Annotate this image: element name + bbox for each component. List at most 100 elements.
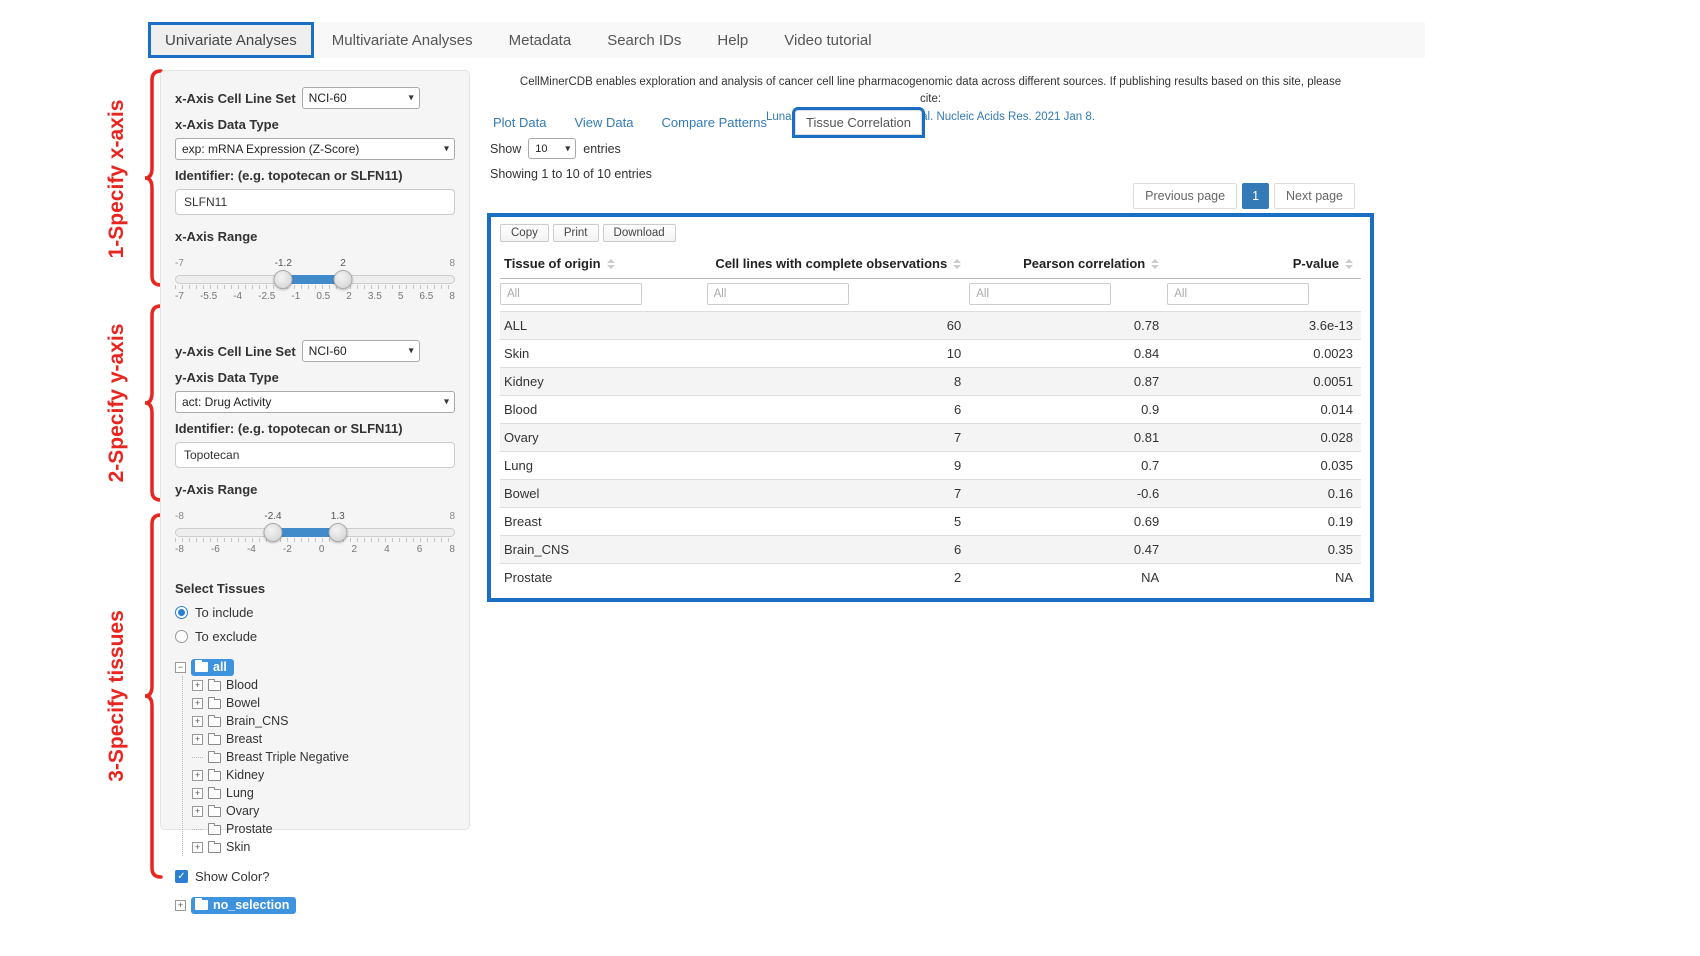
page-length-select-control[interactable]: 10	[528, 138, 576, 159]
expand-icon[interactable]: +	[192, 806, 203, 817]
x-axis-identifier-input[interactable]	[175, 189, 455, 215]
collapse-icon[interactable]: −	[175, 662, 186, 673]
x-axis-cell-line-set-select-control[interactable]: NCI-60	[302, 87, 420, 109]
tree-node-kidney[interactable]: +Kidney	[192, 766, 455, 784]
sort-icon[interactable]	[953, 259, 961, 269]
top-nav-tab-video-tutorial[interactable]: Video tutorial	[766, 22, 889, 58]
slider-value-label: 2	[338, 258, 348, 269]
tree-node-skin[interactable]: +Skin	[192, 838, 455, 856]
x-axis-cell-line-set-label: x-Axis Cell Line Set	[175, 91, 296, 106]
sort-icon[interactable]	[1345, 259, 1353, 269]
slider-track[interactable]	[175, 528, 455, 537]
y-axis-identifier-label: Identifier: (e.g. topotecan or SLFN11)	[175, 421, 455, 436]
table-row: Skin100.840.0023	[500, 340, 1361, 368]
top-nav-tab-metadata[interactable]: Metadata	[491, 22, 590, 58]
filter-input-pearson-correlation[interactable]	[969, 283, 1111, 305]
print-button[interactable]: Print	[553, 224, 599, 242]
slider-tickmarks	[175, 285, 455, 289]
expand-icon[interactable]: +	[192, 770, 203, 781]
tree-node-breast-triple-negative[interactable]: Breast Triple Negative	[192, 748, 455, 766]
tree-node-breast[interactable]: +Breast	[192, 730, 455, 748]
cell-value: 9	[707, 452, 970, 480]
top-nav-tab-univariate-analyses[interactable]: Univariate Analyses	[148, 22, 314, 58]
column-header-label: Cell lines with complete observations	[715, 256, 947, 271]
radio-to-exclude[interactable]: To exclude	[175, 629, 455, 644]
top-nav-tab-search-ids[interactable]: Search IDs	[589, 22, 699, 58]
analysis-tabs: Plot Data View Data Compare Patterns Tissue…	[493, 110, 922, 135]
radio-to-include[interactable]: To include	[175, 605, 455, 620]
y-axis-data-type-select-control[interactable]: act: Drug Activity	[175, 391, 455, 413]
tree-node-blood[interactable]: +Blood	[192, 676, 455, 694]
slider-handle-to[interactable]	[333, 270, 352, 289]
pagination: Previous page 1 Next page	[1133, 183, 1355, 209]
previous-page-button[interactable]: Previous page	[1133, 183, 1237, 209]
download-button[interactable]: Download	[603, 224, 676, 242]
checkbox-checked-icon[interactable]: ✓	[175, 870, 188, 883]
annotation-step2-label: 2-Specify y-axis	[105, 324, 129, 483]
x-axis-cell-line-set-select[interactable]: NCI-60	[302, 87, 420, 109]
top-nav-tab-multivariate-analyses[interactable]: Multivariate Analyses	[314, 22, 491, 58]
column-header-tissue-of-origin[interactable]: Tissue of origin	[500, 249, 707, 279]
column-header-label: P-value	[1293, 256, 1339, 271]
filter-input-tissue-of-origin[interactable]	[500, 283, 642, 305]
tissue-correlation-table: Tissue of origin Cell lines with complete…	[500, 249, 1361, 592]
y-axis-cell-line-set-select-control[interactable]: NCI-60	[302, 340, 420, 362]
tab-compare-patterns[interactable]: Compare Patterns	[662, 115, 768, 130]
cell-value: 0.19	[1167, 508, 1361, 536]
slider-value-label: 1.3	[329, 511, 347, 522]
expand-icon[interactable]: +	[192, 734, 203, 745]
folder-icon	[195, 900, 208, 910]
tree-node-prostate[interactable]: Prostate	[192, 820, 455, 838]
tree-node-lung[interactable]: +Lung	[192, 784, 455, 802]
slider-handle-from[interactable]	[264, 523, 283, 542]
tab-view-data[interactable]: View Data	[574, 115, 633, 130]
y-axis-identifier-input[interactable]	[175, 442, 455, 468]
column-header-pearson-correlation[interactable]: Pearson correlation	[969, 249, 1167, 279]
cell-value: 0.69	[969, 508, 1167, 536]
filter-input-cell-lines-with-complete-observations[interactable]	[707, 283, 849, 305]
tree-node-bowel[interactable]: +Bowel	[192, 694, 455, 712]
expand-icon[interactable]: +	[192, 716, 203, 727]
radio-to-include-control[interactable]	[175, 606, 188, 619]
slider-track[interactable]	[175, 275, 455, 284]
folder-icon	[208, 681, 221, 691]
cell-value: 0.0023	[1167, 340, 1361, 368]
show-color-checkbox[interactable]: ✓ Show Color?	[175, 869, 455, 884]
expand-icon[interactable]: +	[192, 788, 203, 799]
table-row: Breast50.690.19	[500, 508, 1361, 536]
sort-icon[interactable]	[1151, 259, 1159, 269]
top-nav-tab-help[interactable]: Help	[699, 22, 766, 58]
column-header-cell-lines-with-complete-observations[interactable]: Cell lines with complete observations	[707, 249, 970, 279]
copy-button[interactable]: Copy	[500, 224, 549, 242]
current-page-button[interactable]: 1	[1242, 183, 1269, 209]
y-axis-range-slider[interactable]: -8-2.41.38-8-6-4-202468	[175, 511, 455, 557]
expand-icon[interactable]: +	[192, 680, 203, 691]
y-axis-data-type-select[interactable]: act: Drug Activity	[175, 391, 455, 413]
cell-value: NA	[1167, 564, 1361, 592]
tab-tissue-correlation[interactable]: Tissue Correlation	[795, 110, 922, 135]
x-axis-range-slider[interactable]: -7-1.228-7-5.5-4-2.5-10.523.556.58	[175, 258, 455, 304]
slider-tick: 4	[384, 544, 390, 555]
y-axis-cell-line-set-select[interactable]: NCI-60	[302, 340, 420, 362]
x-axis-data-type-select-control[interactable]: exp: mRNA Expression (Z-Score)	[175, 138, 455, 160]
slider-tick: 2	[346, 291, 352, 302]
slider-handle-from[interactable]	[274, 270, 293, 289]
expand-icon[interactable]: +	[192, 842, 203, 853]
column-header-label: Pearson correlation	[1023, 256, 1145, 271]
tree-node-ovary[interactable]: +Ovary	[192, 802, 455, 820]
expand-icon[interactable]: +	[175, 900, 186, 911]
page-length-select[interactable]: 10	[528, 138, 576, 159]
expand-icon[interactable]: +	[192, 698, 203, 709]
x-axis-data-type-select[interactable]: exp: mRNA Expression (Z-Score)	[175, 138, 455, 160]
next-page-button[interactable]: Next page	[1274, 183, 1355, 209]
cell-tissue: ALL	[500, 312, 707, 340]
tree-node-brain-cns[interactable]: +Brain_CNS	[192, 712, 455, 730]
tree-node-no-selection[interactable]: + no_selection	[175, 896, 455, 914]
tree-node-all[interactable]: − all	[175, 658, 455, 676]
slider-handle-to[interactable]	[328, 523, 347, 542]
column-header-p-value[interactable]: P-value	[1167, 249, 1361, 279]
sort-icon[interactable]	[607, 259, 615, 269]
radio-to-exclude-control[interactable]	[175, 630, 188, 643]
tab-plot-data[interactable]: Plot Data	[493, 115, 546, 130]
filter-input-p-value[interactable]	[1167, 283, 1309, 305]
